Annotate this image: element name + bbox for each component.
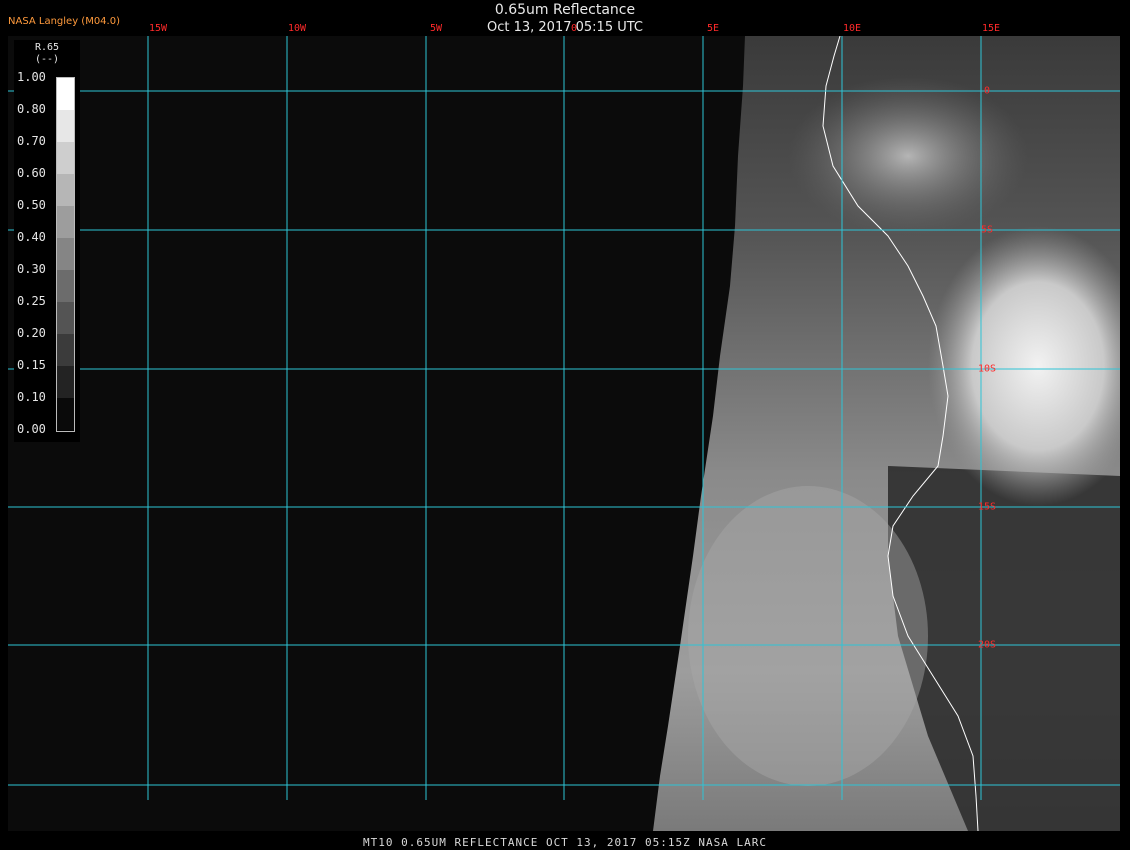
legend-tick-label: 0.70 (17, 134, 46, 148)
legend-color-swatch (57, 366, 74, 398)
legend-color-swatch (57, 174, 74, 206)
longitude-label: 5W (429, 23, 443, 34)
legend-tick-label: 0.30 (17, 262, 46, 276)
legend-tick-label: 0.40 (17, 230, 46, 244)
latitude-label: 5S (980, 224, 994, 236)
legend-tick-label: 0.20 (17, 326, 46, 340)
latitude-label: 0 (983, 85, 991, 97)
legend-tick-label: 0.80 (17, 102, 46, 116)
legend-tick-label: 0.15 (17, 358, 46, 372)
legend-color-swatch (57, 142, 74, 174)
legend-tick-label: 0.00 (17, 422, 46, 436)
legend-color-swatch (57, 302, 74, 334)
lat-lon-grid (8, 36, 1120, 800)
legend-color-swatch (57, 334, 74, 366)
latitude-label: 20S (977, 639, 997, 651)
legend-tick-label: 0.25 (17, 294, 46, 308)
legend-tick-label: 0.10 (17, 390, 46, 404)
longitude-label: 0 (570, 23, 578, 34)
longitude-label: 10W (287, 23, 307, 34)
image-timestamp: Oct 13, 2017 05:15 UTC (487, 20, 643, 35)
footer-caption: MT10 0.65UM REFLECTANCE OCT 13, 2017 05:… (363, 836, 767, 849)
legend-tick-label: 0.50 (17, 198, 46, 212)
latitude-label: 10S (977, 363, 997, 375)
legend-color-swatch (57, 78, 74, 110)
longitude-label: 15E (981, 23, 1001, 34)
color-legend: R.65 (--) 1.00 0.80 0.70 0.60 0.50 0.40 0.30 0.… (14, 40, 80, 442)
legend-color-swatch (57, 270, 74, 302)
legend-tick-label: 1.00 (17, 70, 46, 84)
image-title: 0.65um Reflectance (494, 2, 636, 18)
longitude-label: 15W (148, 23, 168, 34)
legend-colorbar (56, 77, 75, 432)
legend-color-swatch (57, 206, 74, 238)
legend-color-swatch (57, 110, 74, 142)
latitude-label: 15S (977, 501, 997, 513)
longitude-label: 5E (706, 23, 720, 34)
legend-units: (--) (34, 54, 60, 65)
legend-color-swatch (57, 238, 74, 270)
legend-color-swatch (57, 398, 74, 430)
longitude-label: 10E (842, 23, 862, 34)
legend-title: R.65 (34, 42, 60, 53)
legend-tick-label: 0.60 (17, 166, 46, 180)
map-frame: NASA Langley (M04.0) 0.65um Reflectance … (0, 0, 1130, 850)
satellite-image[interactable] (8, 36, 1120, 831)
